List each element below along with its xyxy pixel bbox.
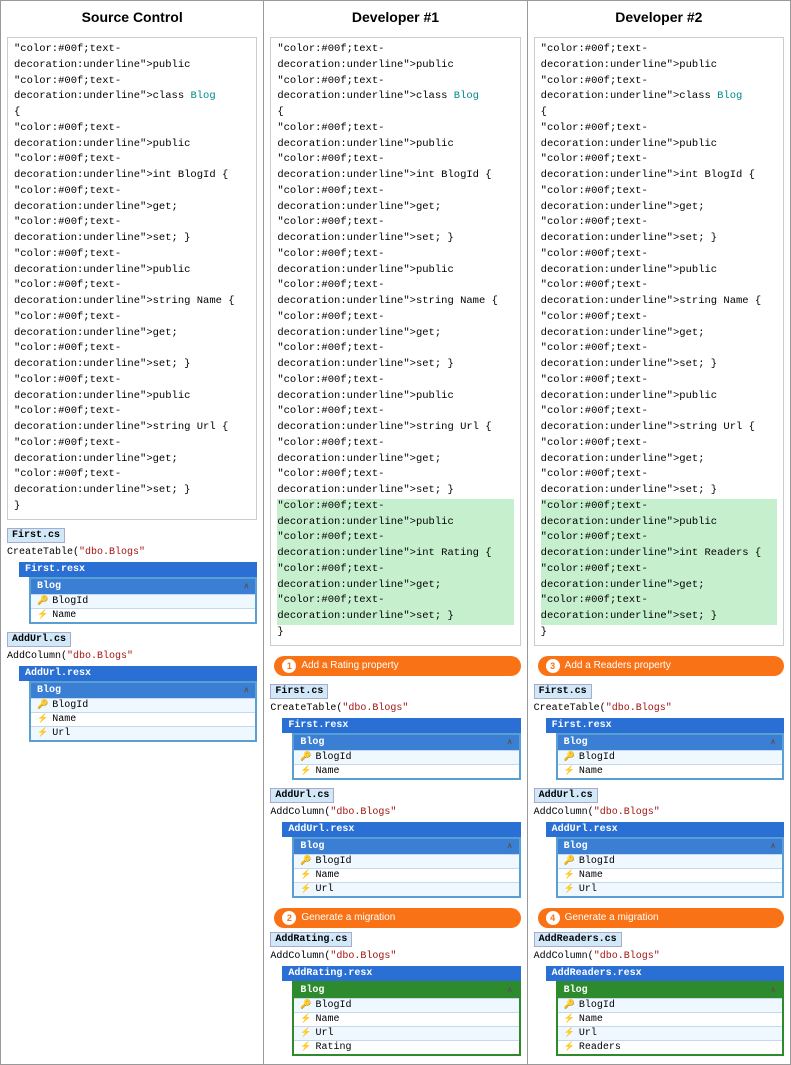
db-header-developer-2-1: Blog∧: [558, 839, 782, 854]
db-table-developer-1-0: Blog∧🔑BlogId⚡Name: [292, 733, 520, 780]
migration-source-control-1: AddUrl.cs AddColumn("dbo.Blogs" AddUrl.res…: [7, 632, 257, 742]
migration-source-control-0: First.cs CreateTable("dbo.Blogs" First.res…: [7, 528, 257, 624]
migration-developer-1-1: AddUrl.cs AddColumn("dbo.Blogs" AddUrl.res…: [270, 788, 520, 898]
db-table-developer-2-0: Blog∧🔑BlogId⚡Name: [556, 733, 784, 780]
db-field-Name: ⚡Name: [31, 712, 255, 726]
migration-developer-1-2: 2Generate a migration AddRating.cs AddColu…: [270, 906, 520, 1056]
db-field-Rating: ⚡Rating: [294, 1040, 518, 1054]
column-header-developer-2: Developer #2: [534, 9, 784, 25]
db-field-Readers: ⚡Readers: [558, 1040, 782, 1054]
db-header-developer-2-2: Blog∧: [558, 983, 782, 998]
db-table-source-control-1: Blog∧🔑BlogId⚡Name⚡Url: [29, 681, 257, 742]
db-field-Url: ⚡Url: [558, 882, 782, 896]
migration-developer-2-1: AddUrl.cs AddColumn("dbo.Blogs" AddUrl.res…: [534, 788, 784, 898]
db-field-Url: ⚡Url: [294, 882, 518, 896]
resx-label-First.resx: First.resx: [546, 718, 784, 733]
main-container: Source Control "color:#00f;text-decoratio…: [0, 0, 791, 1065]
resx-wrap-source-control-0: First.resxBlog∧🔑BlogId⚡Name: [19, 562, 257, 624]
db-field-Url: ⚡Url: [558, 1026, 782, 1040]
resx-label-AddUrl.resx: AddUrl.resx: [546, 822, 784, 837]
addcol-text-source-control-1: AddColumn("dbo.Blogs": [7, 651, 257, 662]
db-field-Name: ⚡Name: [294, 764, 518, 778]
resx-wrap-developer-1-1: AddUrl.resxBlog∧🔑BlogId⚡Name⚡Url: [282, 822, 520, 898]
file-label-AddReaders.cs: AddReaders.cs: [534, 932, 622, 947]
db-header-source-control-1: Blog∧: [31, 683, 255, 698]
resx-wrap-developer-1-2: AddRating.resxBlog∧🔑BlogId⚡Name⚡Url⚡Rati…: [282, 966, 520, 1056]
db-header-source-control-0: Blog∧: [31, 579, 255, 594]
db-field-Url: ⚡Url: [294, 1026, 518, 1040]
callout-4: 4Generate a migration: [538, 908, 784, 928]
migration-developer-2-2: 4Generate a migration AddReaders.cs AddCol…: [534, 906, 784, 1056]
column-header-developer-1: Developer #1: [270, 9, 520, 25]
addcol-text-developer-2-2: AddColumn("dbo.Blogs": [534, 951, 784, 962]
db-table-developer-2-1: Blog∧🔑BlogId⚡Name⚡Url: [556, 837, 784, 898]
file-label-AddUrl.cs: AddUrl.cs: [534, 788, 598, 803]
resx-wrap-developer-2-2: AddReaders.resxBlog∧🔑BlogId⚡Name⚡Url⚡Rea…: [546, 966, 784, 1056]
addcol-text-source-control-0: CreateTable("dbo.Blogs": [7, 547, 257, 558]
db-table-developer-1-2: Blog∧🔑BlogId⚡Name⚡Url⚡Rating: [292, 981, 520, 1056]
db-field-BlogId: 🔑BlogId: [294, 854, 518, 868]
db-header-developer-2-0: Blog∧: [558, 735, 782, 750]
resx-wrap-developer-2-1: AddUrl.resxBlog∧🔑BlogId⚡Name⚡Url: [546, 822, 784, 898]
db-field-BlogId: 🔑BlogId: [558, 750, 782, 764]
column-source-control: Source Control "color:#00f;text-decoratio…: [1, 1, 264, 1064]
column-developer-1: Developer #1 "color:#00f;text-decoration:…: [264, 1, 527, 1064]
column-header-source-control: Source Control: [7, 9, 257, 25]
resx-label-AddReaders.resx: AddReaders.resx: [546, 966, 784, 981]
db-table-source-control-0: Blog∧🔑BlogId⚡Name: [29, 577, 257, 624]
db-table-developer-1-1: Blog∧🔑BlogId⚡Name⚡Url: [292, 837, 520, 898]
db-field-Name: ⚡Name: [294, 868, 518, 882]
addcol-text-developer-2-1: AddColumn("dbo.Blogs": [534, 807, 784, 818]
addcol-text-developer-1-0: CreateTable("dbo.Blogs": [270, 703, 520, 714]
resx-label-AddRating.resx: AddRating.resx: [282, 966, 520, 981]
db-field-Name: ⚡Name: [558, 1012, 782, 1026]
file-label-First.cs: First.cs: [270, 684, 328, 699]
resx-label-First.resx: First.resx: [282, 718, 520, 733]
resx-label-AddUrl.resx: AddUrl.resx: [282, 822, 520, 837]
db-table-developer-2-2: Blog∧🔑BlogId⚡Name⚡Url⚡Readers: [556, 981, 784, 1056]
addcol-text-developer-1-2: AddColumn("dbo.Blogs": [270, 951, 520, 962]
db-field-BlogId: 🔑BlogId: [31, 698, 255, 712]
callout-1: 1Add a Rating property: [274, 656, 520, 676]
db-field-BlogId: 🔑BlogId: [294, 750, 518, 764]
db-field-BlogId: 🔑BlogId: [31, 594, 255, 608]
file-label-AddUrl.cs: AddUrl.cs: [7, 632, 71, 647]
db-field-Name: ⚡Name: [31, 608, 255, 622]
file-label-AddUrl.cs: AddUrl.cs: [270, 788, 334, 803]
db-field-Url: ⚡Url: [31, 726, 255, 740]
addcol-text-developer-2-0: CreateTable("dbo.Blogs": [534, 703, 784, 714]
file-label-First.cs: First.cs: [534, 684, 592, 699]
callout-2: 2Generate a migration: [274, 908, 520, 928]
db-field-BlogId: 🔑BlogId: [558, 998, 782, 1012]
code-block-developer-1: "color:#00f;text-decoration:underline">p…: [270, 37, 520, 646]
resx-label-AddUrl.resx: AddUrl.resx: [19, 666, 257, 681]
db-field-Name: ⚡Name: [558, 868, 782, 882]
db-field-Name: ⚡Name: [558, 764, 782, 778]
code-block-developer-2: "color:#00f;text-decoration:underline">p…: [534, 37, 784, 646]
addcol-text-developer-1-1: AddColumn("dbo.Blogs": [270, 807, 520, 818]
resx-wrap-source-control-1: AddUrl.resxBlog∧🔑BlogId⚡Name⚡Url: [19, 666, 257, 742]
db-field-Name: ⚡Name: [294, 1012, 518, 1026]
db-header-developer-1-2: Blog∧: [294, 983, 518, 998]
db-field-BlogId: 🔑BlogId: [294, 998, 518, 1012]
resx-label-First.resx: First.resx: [19, 562, 257, 577]
resx-wrap-developer-2-0: First.resxBlog∧🔑BlogId⚡Name: [546, 718, 784, 780]
code-block-source-control: "color:#00f;text-decoration:underline">p…: [7, 37, 257, 520]
resx-wrap-developer-1-0: First.resxBlog∧🔑BlogId⚡Name: [282, 718, 520, 780]
file-label-AddRating.cs: AddRating.cs: [270, 932, 352, 947]
file-label-First.cs: First.cs: [7, 528, 65, 543]
callout-3: 3Add a Readers property: [538, 656, 784, 676]
db-field-BlogId: 🔑BlogId: [558, 854, 782, 868]
column-developer-2: Developer #2 "color:#00f;text-decoration:…: [528, 1, 790, 1064]
db-header-developer-1-1: Blog∧: [294, 839, 518, 854]
db-header-developer-1-0: Blog∧: [294, 735, 518, 750]
